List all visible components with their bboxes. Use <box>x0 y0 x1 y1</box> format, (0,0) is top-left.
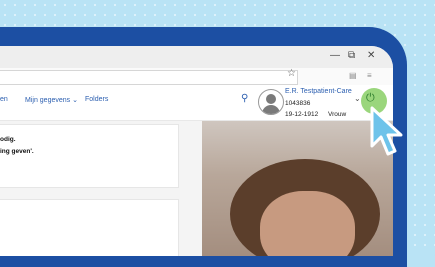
minimize-icon[interactable]: — <box>330 50 340 61</box>
message-line-1: odig. <box>0 136 16 143</box>
title-bar: — ⧉ ✕ <box>0 46 393 68</box>
message-line-2: ing geven'. <box>0 148 34 155</box>
avatar-head-shape <box>266 94 276 104</box>
content-area: odig. ing geven'. <box>0 121 202 256</box>
person-photo <box>202 121 393 256</box>
patient-sex: Vrouw <box>328 111 347 118</box>
restore-icon[interactable]: ⧉ <box>348 50 355 61</box>
message-card: odig. ing geven'. <box>0 124 179 188</box>
nav-mijn-gegevens[interactable]: Mijn gegevens ⌄ <box>25 96 78 104</box>
patient-name[interactable]: E.R. Testpatient-Care <box>285 88 352 95</box>
avatar-body-shape <box>262 105 280 114</box>
app-header: en Mijn gegevens ⌄ Folders ⚲ E.R. Testpa… <box>0 85 393 121</box>
url-input[interactable] <box>0 70 298 85</box>
nav-folders[interactable]: Folders <box>85 96 108 103</box>
patient-birthdate: 19-12-1912 <box>285 111 319 118</box>
chevron-down-icon[interactable]: ⌄ <box>354 94 361 103</box>
pointer-cursor <box>370 106 403 156</box>
empty-card <box>0 199 179 256</box>
bookmark-star-icon[interactable]: ☆ <box>287 68 296 79</box>
photo-face-shape <box>260 191 355 256</box>
address-bar: ☆ ▤ ≡ <box>0 68 393 86</box>
user-avatar[interactable] <box>258 89 284 115</box>
browser-window: — ⧉ ✕ ☆ ▤ ≡ en Mijn gegevens ⌄ Folders ⚲… <box>0 46 393 256</box>
close-icon[interactable]: ✕ <box>367 50 375 61</box>
nav-item-partial[interactable]: en <box>0 96 8 103</box>
power-icon[interactable]: ⏻ <box>366 92 375 105</box>
extensions-icon[interactable]: ▤ <box>349 71 357 80</box>
search-icon[interactable]: ⚲ <box>241 93 248 104</box>
patient-id: 1043836 <box>285 100 311 107</box>
menu-icon[interactable]: ≡ <box>367 71 372 80</box>
